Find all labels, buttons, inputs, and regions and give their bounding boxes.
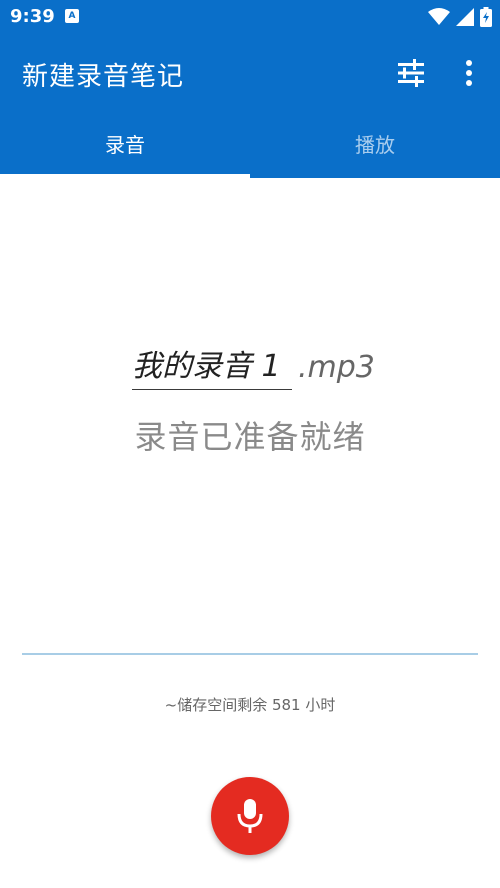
recording-status: 录音已准备就绪 [134,418,366,456]
filename-input[interactable]: 我的录音 1 [132,341,292,390]
tune-button[interactable] [394,56,428,90]
tab-indicator [0,174,250,178]
status-bar: 9:39 A [0,0,500,34]
more-options-button[interactable] [456,56,482,90]
record-button[interactable] [211,777,289,855]
tab-bar: 录音 播放 [0,112,500,178]
tune-icon [398,59,424,87]
status-time: 9:39 [10,6,55,27]
signal-icon [456,8,474,26]
app-notification-icon: A [65,9,79,23]
status-icons [428,7,492,27]
wifi-icon [428,8,450,25]
battery-icon [480,7,492,27]
filename-extension: .mp3 [298,350,375,385]
filename-row: 我的录音 1 .mp3 [132,340,375,390]
tab-record-label: 录音 [105,133,145,157]
tab-playback[interactable]: 播放 [250,112,500,178]
page-title: 新建录音笔记 [22,62,185,92]
microphone-icon [237,799,263,833]
more-vert-icon [466,60,472,86]
tab-playback-label: 播放 [355,133,395,157]
tab-record[interactable]: 录音 [0,112,250,178]
storage-remaining: ~储存空间剩余 581 小时 [164,696,336,714]
app-bar: 新建录音笔记 [0,34,500,112]
audio-level-line [22,653,478,655]
